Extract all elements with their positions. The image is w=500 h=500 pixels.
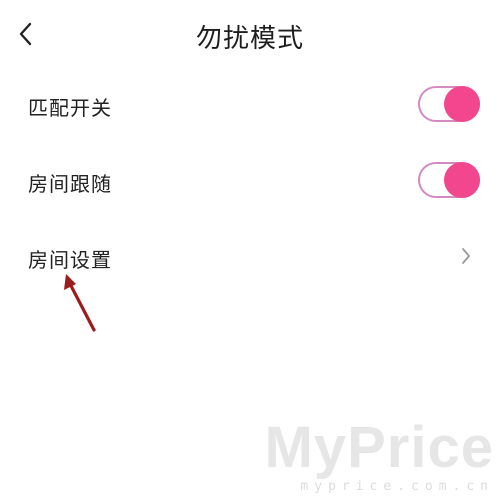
match-switch-toggle[interactable]: [418, 86, 480, 122]
watermark-domain: myprice.com.cn: [300, 479, 494, 494]
annotation-arrow-icon: [64, 274, 96, 332]
watermark: MyPrice myprice.com.cn: [264, 415, 494, 495]
setting-label: 房间设置: [28, 248, 112, 272]
room-follow-toggle[interactable]: [418, 162, 480, 198]
header: 勿扰模式: [0, 0, 500, 72]
screen: 勿扰模式 匹配开关 房间跟随 房间设置 MyPrice myprice.com.…: [0, 0, 500, 500]
setting-label: 匹配开关: [28, 96, 112, 120]
watermark-brand: MyPrice: [264, 415, 494, 480]
chevron-right-icon[interactable]: [460, 246, 472, 266]
setting-row-match-switch: 匹配开关: [0, 76, 500, 136]
toggle-knob: [444, 162, 480, 198]
toggle-knob: [444, 86, 480, 122]
setting-row-room-follow: 房间跟随: [0, 152, 500, 212]
setting-label: 房间跟随: [28, 172, 112, 196]
page-title: 勿扰模式: [195, 24, 304, 54]
